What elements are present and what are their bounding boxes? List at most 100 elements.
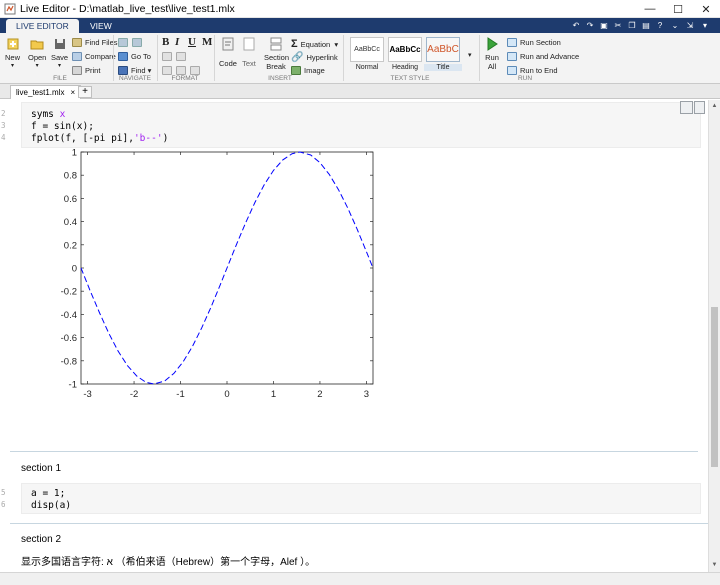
- redo-icon[interactable]: ↷: [584, 20, 596, 31]
- run-and-advance-label: Run and Advance: [520, 52, 580, 61]
- save-quick-icon[interactable]: ▣: [598, 20, 610, 31]
- undock-icon[interactable]: ▾: [699, 20, 711, 31]
- hyperlink-button[interactable]: 🔗 Hyperlink: [291, 52, 338, 63]
- save-button[interactable]: Save ▾: [51, 37, 68, 69]
- scroll-down-icon[interactable]: ▼: [710, 560, 719, 570]
- help-icon[interactable]: ?: [654, 20, 666, 31]
- style-heading-preview[interactable]: AaBbCc: [388, 37, 422, 62]
- paste-icon[interactable]: ▤: [640, 20, 652, 31]
- bold-button[interactable]: B: [162, 36, 169, 48]
- file-group-label: FILE: [53, 75, 67, 82]
- scroll-up-icon[interactable]: ▲: [710, 101, 719, 111]
- tab-live-editor[interactable]: LIVE EDITOR: [6, 19, 79, 33]
- go-to-icon: [118, 52, 128, 61]
- style-title-label: Title: [424, 64, 462, 71]
- monospace-button[interactable]: M: [202, 36, 212, 48]
- run-section-label: Run Section: [520, 38, 561, 47]
- find-binoculars-icon: [118, 66, 128, 75]
- code-block[interactable]: syms x f = sin(x); fplot(f, [-pi pi],'b-…: [21, 102, 701, 148]
- run-play-icon: [487, 37, 498, 51]
- cut-icon[interactable]: ✂: [612, 20, 624, 31]
- vertical-scrollbar[interactable]: ▲ ▼: [708, 100, 720, 572]
- italic-button[interactable]: I: [175, 36, 179, 48]
- code-line[interactable]: disp(a): [31, 500, 71, 511]
- style-gallery-expand-icon[interactable]: ▾: [468, 51, 472, 59]
- section-break-line: [10, 523, 708, 524]
- style-title-preview[interactable]: AaBbC: [426, 37, 460, 62]
- print-label: Print: [85, 66, 101, 75]
- section-break-button[interactable]: Section Break: [264, 37, 290, 71]
- equation-button[interactable]: Σ Equation ▾: [291, 38, 338, 50]
- document-tab-label: live_test1.mlx: [16, 88, 65, 97]
- section-heading[interactable]: section 1: [21, 463, 61, 474]
- close-tab-icon[interactable]: ×: [70, 88, 75, 97]
- code-line[interactable]: fplot(f, [-pi pi],'b--'): [31, 133, 168, 144]
- y-tick-label: 0.6: [64, 194, 77, 205]
- section-break-icon: [270, 37, 282, 51]
- string-literal: 'b--': [133, 133, 163, 144]
- code-label: Code: [219, 59, 237, 68]
- section-break-label: Section Break: [264, 53, 290, 71]
- code-line[interactable]: f = sin(x);: [31, 121, 94, 132]
- align-right-icon[interactable]: [190, 66, 203, 75]
- open-button[interactable]: Open ▾: [28, 37, 46, 69]
- line-number: 4: [1, 133, 6, 142]
- run-and-advance-icon: [507, 52, 517, 61]
- save-disk-icon: [54, 39, 65, 49]
- add-tab-button[interactable]: +: [78, 86, 92, 98]
- run-and-advance-button[interactable]: Run and Advance: [507, 52, 579, 61]
- numbered-list-icon[interactable]: [176, 52, 189, 61]
- run-all-button[interactable]: Run All: [484, 37, 500, 71]
- run-section-button[interactable]: Run Section: [507, 38, 561, 47]
- status-bar: [0, 572, 720, 585]
- print-icon: [72, 66, 82, 75]
- text-style-group-label: TEXT STYLE: [390, 75, 430, 82]
- insert-text-button[interactable]: Text: [242, 37, 256, 68]
- align-right-icon-shape: [190, 66, 200, 75]
- align-center-icon[interactable]: [176, 66, 189, 75]
- tab-view[interactable]: VIEW: [80, 19, 122, 33]
- maximize-button[interactable]: ☐: [664, 0, 692, 18]
- style-normal-preview[interactable]: AaBbCc: [350, 37, 384, 62]
- window-title-bar: Live Editor - D:\matlab_live_test\live_t…: [0, 0, 720, 18]
- code-line[interactable]: syms x: [31, 109, 65, 120]
- undo-icon[interactable]: ↶: [570, 20, 582, 31]
- close-button[interactable]: ✕: [692, 0, 720, 18]
- document-tab[interactable]: live_test1.mlx ×: [10, 85, 82, 99]
- underline-button[interactable]: U: [188, 36, 196, 48]
- nav-forward-icon[interactable]: [132, 38, 145, 47]
- code-block[interactable]: a = 1; disp(a): [21, 483, 701, 514]
- text-paragraph[interactable]: 显示多国语言字符: א （希伯来语（Hebrew）第一个字母，Alef ）。: [21, 553, 315, 568]
- expand-ribbon-icon[interactable]: ⌄: [669, 20, 681, 31]
- dock-icon[interactable]: ⇲: [684, 20, 696, 31]
- image-button[interactable]: Image: [291, 66, 325, 75]
- go-to-button[interactable]: Go To: [118, 52, 151, 61]
- line-number: 3: [1, 121, 6, 130]
- bullet-list-icon[interactable]: [162, 52, 175, 61]
- code-block-icon: [222, 37, 234, 51]
- new-label: New: [5, 53, 21, 62]
- new-button[interactable]: New ▾: [5, 37, 20, 69]
- find-files-button[interactable]: Find Files: [72, 38, 118, 47]
- code-text: syms: [31, 109, 60, 120]
- live-editor-canvas[interactable]: syms x f = sin(x); fplot(f, [-pi pi],'b-…: [0, 100, 708, 572]
- output-right-icon[interactable]: [694, 101, 705, 114]
- image-icon: [291, 66, 301, 75]
- find-button[interactable]: Find ▾: [118, 66, 151, 75]
- nav-back-icon[interactable]: [118, 38, 131, 47]
- scrollbar-thumb[interactable]: [711, 307, 718, 467]
- new-file-icon: [7, 38, 18, 50]
- output-inline-icon[interactable]: [680, 101, 693, 114]
- section-heading[interactable]: section 2: [21, 534, 61, 545]
- copy-icon[interactable]: ❐: [626, 20, 638, 31]
- align-left-icon[interactable]: [162, 66, 175, 75]
- code-line[interactable]: a = 1;: [31, 488, 65, 499]
- y-tick-label: -0.4: [61, 310, 77, 321]
- insert-code-button[interactable]: Code: [219, 37, 237, 68]
- print-button[interactable]: Print: [72, 66, 100, 75]
- compare-label: Compare: [85, 52, 116, 61]
- minimize-button[interactable]: —: [636, 0, 664, 18]
- compare-button[interactable]: Compare: [72, 52, 116, 61]
- run-to-end-button[interactable]: Run to End: [507, 66, 558, 75]
- insert-group-label: INSERT: [268, 75, 292, 82]
